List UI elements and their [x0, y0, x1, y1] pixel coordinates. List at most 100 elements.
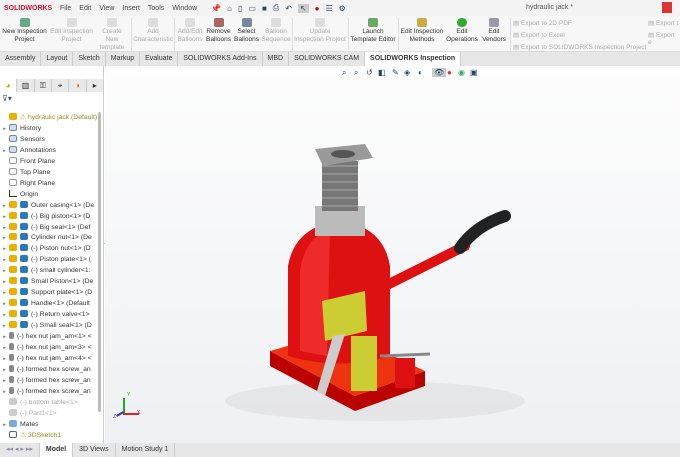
expand-arrow-icon[interactable]: ▸	[0, 223, 9, 233]
feature-manager-tab-icon[interactable]: ◕	[0, 79, 18, 92]
tab-assembly[interactable]: Assembly	[0, 52, 42, 66]
tree-item[interactable]: ▸ (-) Small seal<1> (D	[0, 320, 97, 331]
tree-item[interactable]: ▸ (-) Piston plate<1> (	[0, 254, 97, 265]
edit-operations-button[interactable]: Edit Operations	[446, 18, 478, 44]
export-inspection-project-button[interactable]: ▤ Export to SOLIDWORKS Inspection Projec…	[513, 43, 646, 51]
export-e-button[interactable]: ▤ Export e	[648, 31, 680, 46]
tree-item[interactable]: ▸ Outer casing<1> (De	[0, 200, 97, 211]
tree-item[interactable]: ▸ (-) Big piston<1> (D	[0, 211, 97, 222]
tab-inspection[interactable]: SOLIDWORKS Inspection	[365, 52, 462, 66]
hydraulic-jack-model[interactable]	[105, 66, 680, 443]
options-icon[interactable]: ⚙	[339, 4, 346, 13]
menu-file[interactable]: File	[60, 5, 71, 12]
new-inspection-project-button[interactable]: New Inspection Project	[2, 18, 47, 44]
expand-arrow-icon[interactable]: ▸	[0, 266, 9, 276]
tab-motion-study[interactable]: Motion Study 1	[116, 443, 176, 457]
home-icon[interactable]: ⌂	[227, 4, 232, 13]
tree-item[interactable]: ▸ Support plate<1> (D	[0, 287, 97, 298]
tab-model[interactable]: Model	[39, 443, 74, 457]
tree-item[interactable]: ▸ (-) hex nut jam_am<4> <	[0, 353, 97, 364]
dimxpert-tab-icon[interactable]: ⌖	[52, 79, 70, 92]
tree-item[interactable]: ▸ Cylinder nut<1> (De	[0, 232, 97, 243]
tree-item[interactable]: ▸ History	[0, 123, 97, 134]
tree-item[interactable]: Sensors	[0, 134, 97, 145]
pin-icon[interactable]: 📌	[211, 4, 221, 13]
select-icon[interactable]: ↖	[297, 3, 309, 13]
update-inspection-project-button[interactable]: Update Inspection Project	[294, 18, 346, 44]
tree-item[interactable]: ▸ (-) hex nut jam_am<3> <	[0, 342, 97, 353]
menu-view[interactable]: View	[99, 5, 114, 12]
expand-arrow-icon[interactable]: ▸	[0, 343, 9, 353]
tab-mbd[interactable]: MBD	[263, 52, 290, 66]
launch-template-editor-button[interactable]: Launch Template Editor	[350, 18, 396, 44]
search-commands-icon[interactable]	[662, 2, 672, 13]
menu-tools[interactable]: Tools	[148, 5, 164, 12]
tree-item[interactable]: ⚠ hydraulic jack (Default)	[0, 112, 97, 123]
balloon-sequence-button[interactable]: Balloon Sequence	[261, 18, 291, 44]
tree-item[interactable]: ▸ Small Piston<1> (De	[0, 276, 97, 287]
tree-item[interactable]: ▸ (-) formed hex screw_an	[0, 364, 97, 375]
tree-item[interactable]: ▸ Annotations	[0, 145, 97, 156]
tab-layout[interactable]: Layout	[41, 52, 74, 66]
tree-item[interactable]: ▸ Mates	[0, 419, 97, 430]
undo-icon[interactable]: ↶	[285, 4, 292, 13]
tree-item[interactable]: ▸ (-) formed hex screw_an	[0, 375, 97, 386]
expand-arrow-icon[interactable]: ▸	[0, 310, 9, 320]
expand-arrow-icon[interactable]: ▸	[0, 255, 9, 265]
export-2d-pdf-button[interactable]: ▤ Export to 2D PDF	[513, 19, 572, 27]
expand-arrow-icon[interactable]: ▸	[0, 354, 9, 364]
tree-item[interactable]: ▸ (-) Return valve<1>	[0, 309, 97, 320]
expand-arrow-icon[interactable]: ▸	[0, 124, 9, 134]
expand-arrow-icon[interactable]: ▸	[0, 365, 9, 375]
tree-item[interactable]: Origin	[0, 189, 97, 200]
expand-arrow-icon[interactable]: ▸	[0, 146, 9, 156]
menu-edit[interactable]: Edit	[79, 5, 91, 12]
tab-evaluate[interactable]: Evaluate	[140, 52, 179, 66]
property-manager-tab-icon[interactable]: ▥	[17, 79, 35, 92]
expand-arrow-icon[interactable]: ▸	[0, 277, 9, 287]
edit-inspection-project-button[interactable]: Edit Inspection Project	[49, 18, 94, 44]
tree-item[interactable]: ▸ Handle<1> (Default	[0, 298, 97, 309]
edit-vendors-button[interactable]: Edit Vendors	[480, 18, 508, 44]
rebuild-icon[interactable]: ●	[315, 4, 320, 13]
tab-markup[interactable]: Markup	[106, 52, 141, 66]
tab-sketch[interactable]: Sketch	[73, 52, 106, 66]
graphics-area[interactable]: ⌕ ⌕ ↺ ◧ ✎ ◈ ◐ 👁 ● ◉ ▣ Y X Z	[105, 66, 680, 443]
tab-nav-arrows-icon[interactable]: ◂◂ ◂ ▸ ▸▸	[0, 443, 40, 457]
add-characteristic-button[interactable]: Add Characteristic	[133, 18, 173, 44]
tree-item[interactable]: (-) Part1<1>	[0, 408, 97, 419]
expand-arrow-icon[interactable]: ▸	[0, 212, 9, 222]
tree-item[interactable]: Front Plane	[0, 156, 97, 167]
tree-item[interactable]: ▸ (-) Big seal<1> (Def	[0, 222, 97, 233]
tab-cam[interactable]: SOLIDWORKS CAM	[289, 52, 366, 66]
remove-balloons-button[interactable]: Remove Balloons	[205, 18, 232, 44]
expand-arrow-icon[interactable]: ▸	[0, 244, 9, 254]
more-tabs-icon[interactable]: ▸	[87, 79, 104, 92]
tree-item[interactable]: ▸ (-) hex nut jam_am<1> <	[0, 331, 97, 342]
export-excel-button[interactable]: ▤ Export to Excel	[513, 31, 565, 39]
expand-arrow-icon[interactable]: ▸	[0, 321, 9, 331]
file-properties-icon[interactable]: ☰	[325, 4, 332, 13]
print-icon[interactable]: ⎙	[273, 3, 279, 13]
menu-insert[interactable]: Insert	[122, 5, 140, 12]
tree-item[interactable]: ⚠ 3DSketch1	[0, 430, 97, 441]
expand-arrow-icon[interactable]: ▸	[0, 201, 9, 211]
tree-item[interactable]: Right Plane	[0, 178, 97, 189]
save-icon[interactable]: ■	[262, 4, 267, 13]
expand-arrow-icon[interactable]: ▸	[0, 376, 9, 386]
filter-icon[interactable]: ⊽▾	[2, 94, 12, 103]
expand-arrow-icon[interactable]: ▸	[0, 288, 9, 298]
tree-item[interactable]: (-) bottom table<1>	[0, 397, 97, 408]
open-icon[interactable]: ▭	[248, 4, 256, 13]
tree-item[interactable]: ▸ (-) Piston nut<1> (D	[0, 243, 97, 254]
tree-item[interactable]: ▸ (-) small cylinder<1:	[0, 265, 97, 276]
expand-arrow-icon[interactable]: ▸	[0, 299, 9, 309]
expand-arrow-icon[interactable]: ▸	[0, 233, 9, 243]
edit-inspection-methods-button[interactable]: Edit Inspection Methods	[400, 18, 444, 44]
add-edit-balloons-button[interactable]: Add/Edit Balloons	[176, 18, 204, 44]
create-new-template-button[interactable]: Create New template	[95, 18, 129, 52]
tree-item[interactable]: ▸ (-) formed hex screw_an	[0, 386, 97, 397]
tree-item[interactable]: Top Plane	[0, 167, 97, 178]
menu-window[interactable]: Window	[172, 5, 197, 12]
tree-scrollbar[interactable]	[98, 112, 101, 412]
